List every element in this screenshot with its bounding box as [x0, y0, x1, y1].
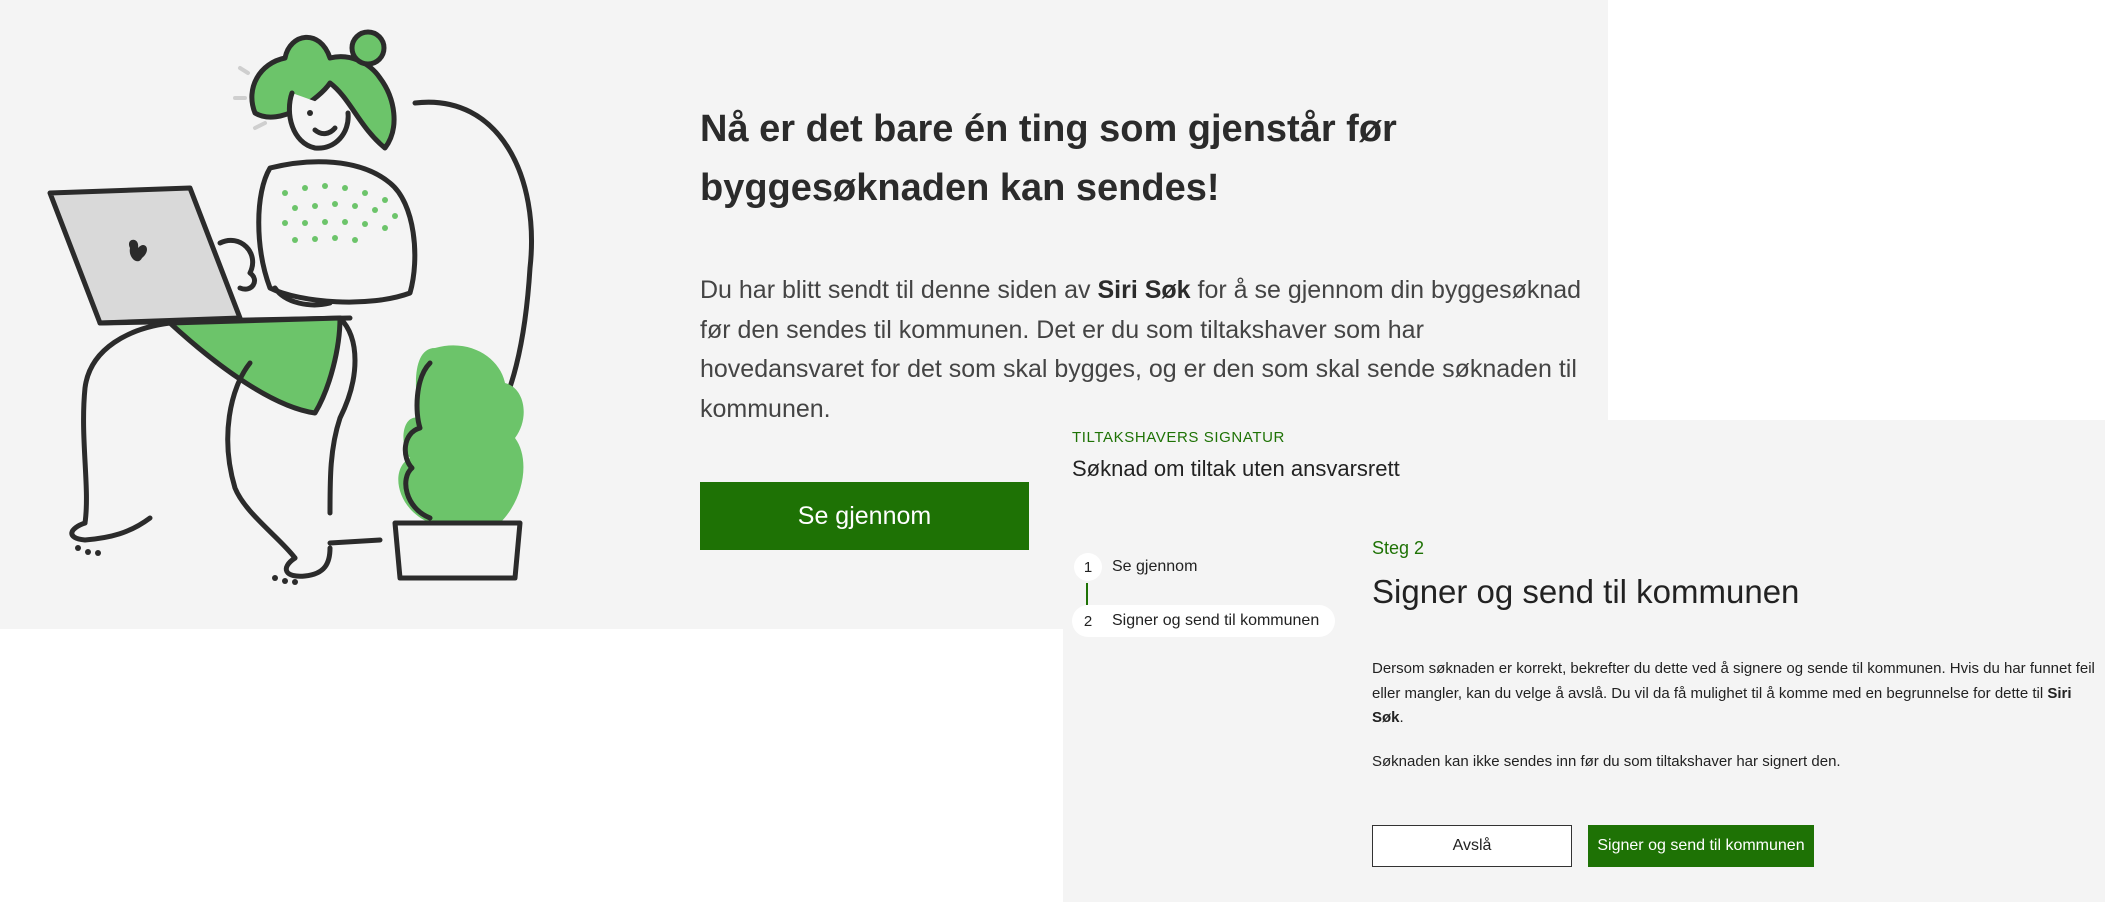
panel-subtitle: Søknad om tiltak uten ansvarsrett	[1072, 456, 1400, 481]
step-note: Søknaden kan ikke sendes inn før du som …	[1372, 753, 1841, 770]
step-connector	[1086, 583, 1088, 605]
signature-panel: TILTAKSHAVERS SIGNATUR Søknad om tiltak …	[1063, 420, 2105, 902]
page-title: Nå er det bare én ting som gjenstår før …	[700, 108, 1397, 209]
intro-text: Du har blitt sendt til denne siden av Si…	[700, 271, 1590, 429]
page: Nå er det bare én ting som gjenstår før …	[0, 0, 2105, 902]
decline-button[interactable]: Avslå	[1372, 825, 1572, 867]
step-description-start: Dersom søknaden er korrekt, bekrefter du…	[1372, 660, 2095, 702]
sender-name: Siri Søk	[1097, 276, 1191, 304]
sign-and-send-button[interactable]: Signer og send til kommunen	[1588, 825, 1814, 867]
step-number: 1	[1074, 553, 1102, 581]
person-with-laptop-illustration	[47, 29, 534, 585]
step-label: Signer og send til kommunen	[1112, 612, 1320, 629]
step-review[interactable]: 1 Se gjennom	[1072, 551, 1209, 583]
step-number: 2	[1074, 607, 1102, 635]
step-description-end: .	[1399, 709, 1404, 726]
step-label: Se gjennom	[1112, 558, 1198, 575]
step-description: Dersom søknaden er korrekt, bekrefter du…	[1372, 657, 2097, 731]
review-button[interactable]: Se gjennom	[700, 482, 1029, 550]
intro-text-start: Du har blitt sendt til denne siden av	[700, 276, 1098, 304]
step-title: Signer og send til kommunen	[1372, 573, 1800, 610]
step-sign[interactable]: 2 Signer og send til kommunen	[1072, 605, 1336, 637]
panel-eyebrow: TILTAKSHAVERS SIGNATUR	[1072, 429, 1285, 446]
step-kicker: Steg 2	[1372, 538, 1425, 558]
